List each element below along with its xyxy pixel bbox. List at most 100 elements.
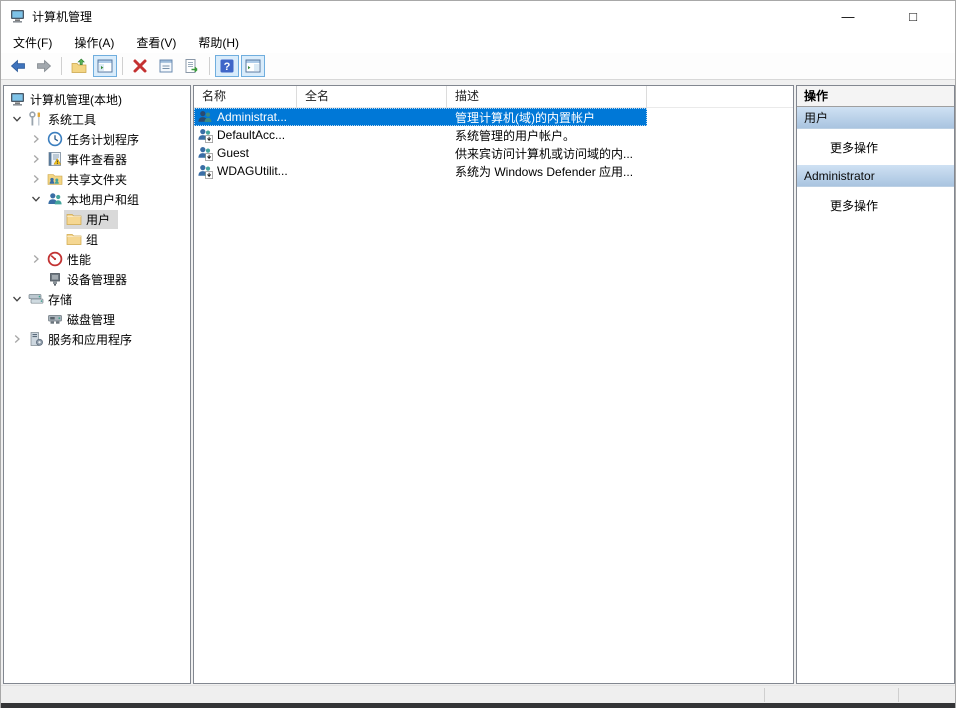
chevron-right-icon[interactable] xyxy=(8,331,26,347)
tree-item-local-users-and-groups[interactable]: 本地用户和组 xyxy=(4,189,190,209)
computer-management-window: 计算机管理 — □ 文件(F) 操作(A) 查看(V) 帮助(H) xyxy=(0,0,956,708)
tree-item-system-tools[interactable]: 系统工具 xyxy=(4,109,190,129)
show-action-pane-icon[interactable] xyxy=(241,55,265,77)
tree-item-label: 系统工具 xyxy=(48,111,96,128)
back-icon[interactable] xyxy=(6,55,30,77)
tree-item-computer-management[interactable]: 计算机管理(本地) xyxy=(4,89,190,109)
tree-item-label: 本地用户和组 xyxy=(67,191,139,208)
console-tree-panel: 计算机管理(本地) 系统工具 任务计划程序 xyxy=(3,85,191,684)
toolbar: ? xyxy=(1,53,955,80)
tree-item-label: 设备管理器 xyxy=(67,271,127,288)
tree-item-label: 任务计划程序 xyxy=(67,131,139,148)
taskbar-edge xyxy=(1,703,955,708)
properties-icon[interactable] xyxy=(154,55,178,77)
tree-item-label: 存储 xyxy=(48,291,72,308)
user-name: Guest xyxy=(217,146,249,160)
user-list-panel: 名称 全名 描述 Administrat... 管理计算机(域)的内置帐户 xyxy=(193,85,794,684)
delete-icon[interactable] xyxy=(128,55,152,77)
console-tree: 计算机管理(本地) 系统工具 任务计划程序 xyxy=(4,86,190,349)
show-console-tree-icon[interactable] xyxy=(93,55,117,77)
user-name: WDAGUtilit... xyxy=(217,164,288,178)
svg-text:?: ? xyxy=(224,61,231,73)
task-scheduler-icon xyxy=(47,131,63,147)
tree-item-users[interactable]: 用户 xyxy=(4,209,190,229)
folder-icon xyxy=(66,211,82,227)
chevron-placeholder xyxy=(46,211,64,227)
user-name: DefaultAcc... xyxy=(217,128,285,142)
export-list-icon[interactable] xyxy=(180,55,204,77)
chevron-right-icon[interactable] xyxy=(27,131,45,147)
chevron-right-icon[interactable] xyxy=(27,171,45,187)
actions-section-administrator[interactable]: Administrator xyxy=(797,165,954,187)
status-bar xyxy=(1,685,955,703)
tree-item-performance[interactable]: 性能 xyxy=(4,249,190,269)
chevron-placeholder xyxy=(27,271,45,287)
user-row-wdagutilityaccount[interactable]: WDAGUtilit... 系统为 Windows Defender 应用... xyxy=(194,162,647,180)
forward-icon[interactable] xyxy=(32,55,56,77)
column-header-fullname[interactable]: 全名 xyxy=(297,86,447,108)
tree-item-label: 性能 xyxy=(67,251,91,268)
toolbar-separator xyxy=(61,57,62,75)
chevron-right-icon[interactable] xyxy=(27,151,45,167)
tree-item-label: 组 xyxy=(86,231,98,248)
menu-file[interactable]: 文件(F) xyxy=(3,31,62,54)
maximize-button[interactable]: □ xyxy=(890,1,936,31)
performance-icon xyxy=(47,251,63,267)
minimize-button[interactable]: — xyxy=(825,1,871,31)
menu-bar: 文件(F) 操作(A) 查看(V) 帮助(H) xyxy=(1,31,955,53)
user-account-disabled-icon xyxy=(197,163,213,179)
shared-folder-icon xyxy=(47,171,63,187)
local-users-groups-icon xyxy=(47,191,63,207)
computer-icon xyxy=(10,8,26,24)
menu-help[interactable]: 帮助(H) xyxy=(188,31,249,54)
tree-item-task-scheduler[interactable]: 任务计划程序 xyxy=(4,129,190,149)
list-header: 名称 全名 描述 xyxy=(194,86,793,108)
up-one-level-icon[interactable] xyxy=(67,55,91,77)
tree-item-event-viewer[interactable]: 事件查看器 xyxy=(4,149,190,169)
user-account-disabled-icon xyxy=(197,127,213,143)
toolbar-separator xyxy=(209,57,210,75)
tree-item-label: 磁盘管理 xyxy=(67,311,115,328)
help-icon[interactable]: ? xyxy=(215,55,239,77)
actions-pane: 操作 用户 更多操作 Administrator 更多操作 xyxy=(796,85,955,684)
chevron-down-icon[interactable] xyxy=(8,291,26,307)
actions-section-users[interactable]: 用户 xyxy=(797,107,954,129)
folder-icon xyxy=(66,231,82,247)
menu-action[interactable]: 操作(A) xyxy=(64,31,124,54)
chevron-placeholder xyxy=(27,311,45,327)
tree-item-disk-management[interactable]: 磁盘管理 xyxy=(4,309,190,329)
actions-pane-title: 操作 xyxy=(797,86,954,107)
user-row-administrator[interactable]: Administrat... 管理计算机(域)的内置帐户 xyxy=(194,108,647,126)
disk-management-icon xyxy=(47,311,63,327)
chevron-down-icon[interactable] xyxy=(27,191,45,207)
tree-item-services-and-applications[interactable]: 服务和应用程序 xyxy=(4,329,190,349)
storage-icon xyxy=(28,291,44,307)
chevron-placeholder xyxy=(46,231,64,247)
event-viewer-icon xyxy=(47,151,63,167)
title-bar: 计算机管理 — □ xyxy=(1,1,955,31)
content-area: 计算机管理(本地) 系统工具 任务计划程序 xyxy=(1,80,955,685)
computer-icon xyxy=(10,91,26,107)
user-row-defaultaccount[interactable]: DefaultAcc... 系统管理的用户帐户。 xyxy=(194,126,647,144)
user-description: 系统管理的用户帐户。 xyxy=(447,127,647,144)
tree-item-device-manager[interactable]: 设备管理器 xyxy=(4,269,190,289)
tree-item-groups[interactable]: 组 xyxy=(4,229,190,249)
status-bar-separator xyxy=(764,688,765,702)
tree-item-label: 共享文件夹 xyxy=(67,171,127,188)
more-actions-administrator[interactable]: 更多操作 xyxy=(797,187,954,223)
user-description: 管理计算机(域)的内置帐户 xyxy=(447,109,647,126)
column-header-name[interactable]: 名称 xyxy=(194,86,297,108)
menu-view[interactable]: 查看(V) xyxy=(126,31,186,54)
tree-item-shared-folders[interactable]: 共享文件夹 xyxy=(4,169,190,189)
more-actions-users[interactable]: 更多操作 xyxy=(797,129,954,165)
tree-item-storage[interactable]: 存储 xyxy=(4,289,190,309)
chevron-right-icon[interactable] xyxy=(27,251,45,267)
column-header-description[interactable]: 描述 xyxy=(447,86,647,108)
status-bar-separator xyxy=(898,688,899,702)
user-row-guest[interactable]: Guest 供来宾访问计算机或访问域的内... xyxy=(194,144,647,162)
tree-item-label: 用户 xyxy=(86,211,110,228)
user-description: 供来宾访问计算机或访问域的内... xyxy=(447,145,647,162)
page-title: 计算机管理 xyxy=(32,8,92,25)
chevron-down-icon[interactable] xyxy=(8,111,26,127)
system-tools-icon xyxy=(28,111,44,127)
